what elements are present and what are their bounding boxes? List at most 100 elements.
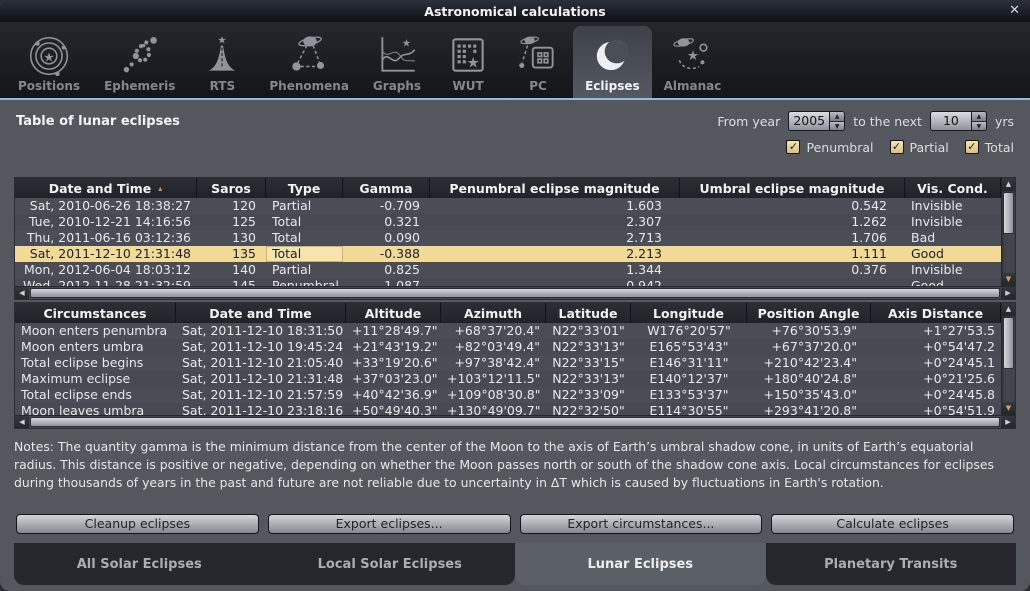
column-header-gamma[interactable]: Gamma bbox=[343, 178, 430, 198]
pc-icon bbox=[515, 32, 561, 78]
table-row[interactable]: Wed, 2012-11-28 21:32:59145Penumbral1.08… bbox=[15, 278, 1001, 286]
toolbar-tab-almanac[interactable]: ★Almanac bbox=[652, 26, 734, 98]
column-header-circumstances[interactable]: Circumstances bbox=[15, 303, 176, 323]
table-cell: +109°08'30.8" bbox=[441, 387, 546, 403]
toolbar-tab-phenomena[interactable]: Phenomena bbox=[257, 26, 361, 98]
table-row[interactable]: Total eclipse beginsSat, 2011-12-10 21:0… bbox=[15, 355, 1001, 371]
toolbar-tab-graphs[interactable]: ★Graphs bbox=[361, 26, 433, 98]
scroll-right-button[interactable]: ▶ bbox=[1001, 416, 1015, 428]
svg-text:★: ★ bbox=[43, 49, 54, 64]
column-header-latitude[interactable]: Latitude bbox=[546, 303, 631, 323]
scrollbar-track[interactable] bbox=[29, 287, 1001, 299]
rts-icon: ★ bbox=[199, 32, 245, 78]
duration-input[interactable]: 10 bbox=[931, 112, 971, 130]
penumbral-checkbox[interactable]: ✓ bbox=[786, 140, 800, 154]
horizontal-scrollbar[interactable]: ◀▶ bbox=[15, 286, 1015, 299]
table-row[interactable]: Moon leaves umbraSat, 2011-12-10 23:18:1… bbox=[15, 403, 1001, 415]
table-cell: -0.709 bbox=[343, 198, 430, 214]
scroll-right-button[interactable]: ▶ bbox=[1001, 287, 1015, 299]
horizontal-scrollbar[interactable]: ◀▶ bbox=[15, 415, 1015, 428]
column-header-position-angle[interactable]: Position Angle bbox=[747, 303, 871, 323]
table-cell: 140 bbox=[197, 262, 266, 278]
table-row[interactable]: Tue, 2010-12-21 14:16:56125Total0.3212.3… bbox=[15, 214, 1001, 230]
svg-text:★: ★ bbox=[686, 48, 698, 64]
close-icon[interactable]: ✕ bbox=[1009, 0, 1020, 22]
scrollbar-thumb[interactable] bbox=[30, 288, 1000, 298]
column-header-umbral-eclipse-magnitude[interactable]: Umbral eclipse magnitude bbox=[680, 178, 905, 198]
column-header-axis-distance[interactable]: Axis Distance bbox=[871, 303, 1001, 323]
vertical-scrollbar[interactable]: ▲▼ bbox=[1001, 178, 1015, 286]
scroll-up-button[interactable]: ▲ bbox=[1002, 178, 1015, 191]
scroll-down-button[interactable]: ▼ bbox=[1002, 402, 1015, 415]
table-cell: Mon, 2012-06-04 18:03:12 bbox=[15, 262, 197, 278]
toolbar-tab-label: Eclipses bbox=[585, 79, 640, 93]
table-row[interactable]: Sat, 2011-12-10 21:31:48135Total-0.3882.… bbox=[15, 246, 1001, 262]
scroll-left-button[interactable]: ◀ bbox=[15, 287, 29, 299]
column-header-vis-cond[interactable]: Vis. Cond. bbox=[905, 178, 1001, 198]
column-header-altitude[interactable]: Altitude bbox=[346, 303, 441, 323]
scrollbar-thumb[interactable] bbox=[30, 417, 1000, 427]
scroll-up-button[interactable]: ▲ bbox=[1002, 303, 1015, 316]
filter-total[interactable]: ✓Total bbox=[965, 140, 1014, 155]
toolbar-tab-wut[interactable]: ★WUT bbox=[433, 26, 503, 98]
column-header-date-and-time[interactable]: Date and Time bbox=[176, 303, 346, 323]
filter-partial[interactable]: ✓Partial bbox=[890, 140, 949, 155]
table-cell: 2.713 bbox=[430, 230, 680, 246]
table-cell: W176°20'57" bbox=[631, 323, 747, 339]
export-circumstances-button[interactable]: Export circumstances... bbox=[520, 514, 763, 534]
total-checkbox[interactable]: ✓ bbox=[965, 140, 979, 154]
toolbar-tab-eclipses[interactable]: Eclipses bbox=[573, 26, 652, 98]
column-header-penumbral-eclipse-magnitude[interactable]: Penumbral eclipse magnitude bbox=[430, 178, 680, 198]
table-row[interactable]: Sat, 2010-06-26 18:38:27120Partial-0.709… bbox=[15, 198, 1001, 214]
vertical-scrollbar[interactable]: ▲▼ bbox=[1001, 303, 1015, 415]
column-header-longitude[interactable]: Longitude bbox=[631, 303, 747, 323]
toolbar-tab-pc[interactable]: PC bbox=[503, 26, 573, 98]
scrollbar-track[interactable] bbox=[29, 416, 1001, 428]
from-year-input[interactable]: 2005 bbox=[789, 112, 829, 130]
spin-up-button[interactable]: ▲ bbox=[830, 112, 844, 122]
title-bar[interactable]: Astronomical calculations ✕ bbox=[0, 0, 1030, 22]
table-cell: Total eclipse begins bbox=[15, 355, 176, 371]
table-cell: 145 bbox=[197, 278, 266, 286]
from-year-spin-buttons: ▲▼ bbox=[829, 112, 844, 130]
tab-planetary-transits[interactable]: Planetary Transits bbox=[766, 543, 1017, 585]
calculate-eclipses-button[interactable]: Calculate eclipses bbox=[771, 514, 1014, 534]
column-header-azimuth[interactable]: Azimuth bbox=[441, 303, 546, 323]
scrollbar-track[interactable] bbox=[1002, 191, 1015, 273]
tab-all-solar-eclipses[interactable]: All Solar Eclipses bbox=[14, 543, 265, 585]
tab-local-solar-eclipses[interactable]: Local Solar Eclipses bbox=[265, 543, 516, 585]
toolbar-tab-ephemeris[interactable]: Ephemeris bbox=[92, 26, 187, 98]
filter-penumbral[interactable]: ✓Penumbral bbox=[786, 140, 873, 155]
spin-up-button[interactable]: ▲ bbox=[972, 112, 986, 122]
positions-icon: ★ bbox=[26, 32, 72, 78]
column-header-saros[interactable]: Saros bbox=[197, 178, 266, 198]
table-cell: +210°42'23.4" bbox=[747, 355, 871, 371]
export-eclipses-button[interactable]: Export eclipses... bbox=[268, 514, 511, 534]
scrollbar-thumb[interactable] bbox=[1003, 192, 1014, 234]
toolbar-tab-rts[interactable]: ★RTS bbox=[187, 26, 257, 98]
table-cell: Moon enters penumbra bbox=[15, 323, 176, 339]
partial-checkbox[interactable]: ✓ bbox=[890, 140, 904, 154]
table-row[interactable]: Moon enters umbraSat, 2011-12-10 19:45:2… bbox=[15, 339, 1001, 355]
table-cell: 2.307 bbox=[430, 214, 680, 230]
table-cell: Total bbox=[266, 230, 343, 246]
scroll-down-button[interactable]: ▼ bbox=[1002, 273, 1015, 286]
scrollbar-thumb[interactable] bbox=[1003, 317, 1014, 369]
table-row[interactable]: Total eclipse endsSat, 2011-12-10 21:57:… bbox=[15, 387, 1001, 403]
spin-down-button[interactable]: ▼ bbox=[830, 122, 844, 131]
scrollbar-track[interactable] bbox=[1002, 316, 1015, 402]
table-row[interactable]: Maximum eclipseSat, 2011-12-10 21:31:48+… bbox=[15, 371, 1001, 387]
table-row[interactable]: Mon, 2012-06-04 18:03:12140Partial0.8251… bbox=[15, 262, 1001, 278]
cleanup-eclipses-button[interactable]: Cleanup eclipses bbox=[16, 514, 259, 534]
spin-down-button[interactable]: ▼ bbox=[972, 122, 986, 131]
table-cell: 0.321 bbox=[343, 214, 430, 230]
toolbar-tab-positions[interactable]: ★Positions bbox=[6, 26, 92, 98]
column-header-type[interactable]: Type bbox=[266, 178, 343, 198]
local-circumstances-table: CircumstancesDate and TimeAltitudeAzimut… bbox=[14, 302, 1016, 429]
table-row[interactable]: Moon enters penumbraSat, 2011-12-10 18:3… bbox=[15, 323, 1001, 339]
scroll-left-button[interactable]: ◀ bbox=[15, 416, 29, 428]
table-row[interactable]: Thu, 2011-06-16 03:12:36130Total0.0902.7… bbox=[15, 230, 1001, 246]
column-header-date-and-time[interactable]: Date and Time▴ bbox=[15, 178, 197, 198]
table-header-row: CircumstancesDate and TimeAltitudeAzimut… bbox=[15, 303, 1001, 323]
tab-lunar-eclipses[interactable]: Lunar Eclipses bbox=[515, 543, 766, 585]
